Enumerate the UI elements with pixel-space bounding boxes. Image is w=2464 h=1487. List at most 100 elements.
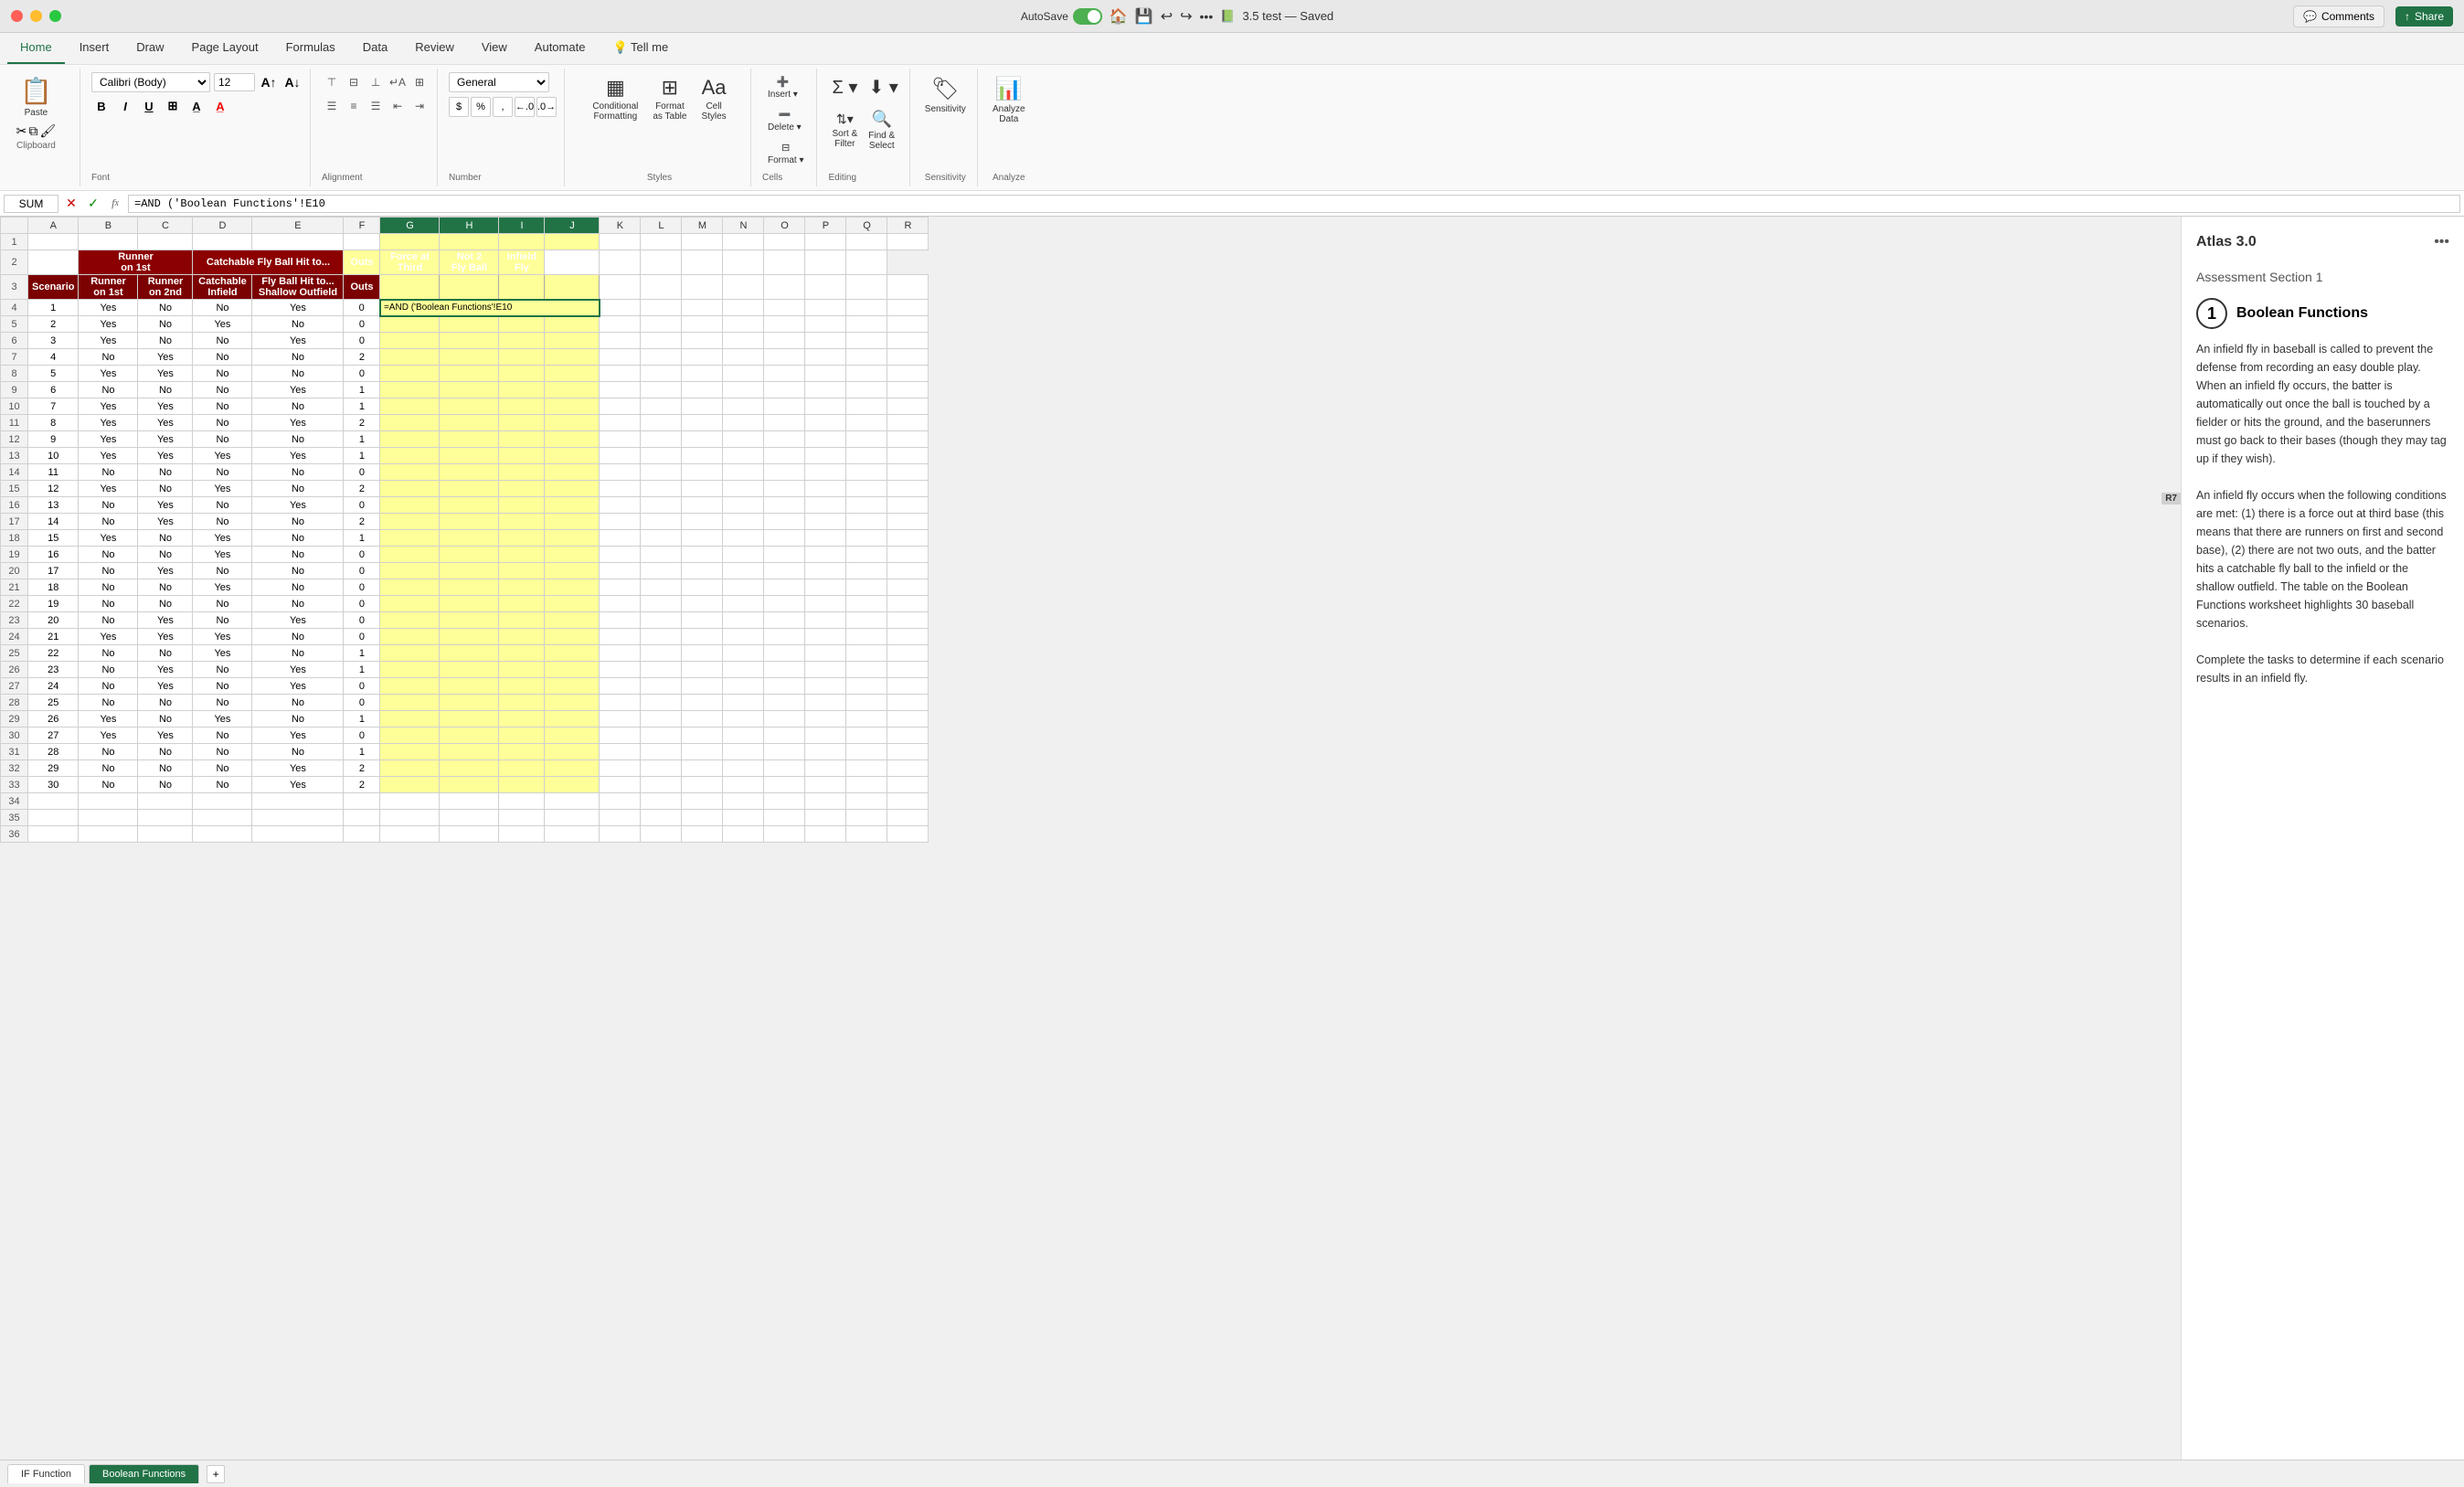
cell-a3[interactable]: Scenario [28, 275, 79, 300]
increase-decimal-button[interactable]: .0→ [536, 97, 557, 117]
autosave-toggle[interactable] [1073, 8, 1102, 25]
sort-filter-button[interactable]: ⇅▾ Sort &Filter [828, 106, 861, 154]
decrease-indent-button[interactable]: ⇤ [388, 96, 408, 116]
cell-e1[interactable] [252, 234, 344, 250]
format-painter-icon[interactable]: 🖌 [39, 123, 56, 139]
font-name-selector[interactable]: Calibri (Body) [91, 72, 210, 92]
cancel-formula-button[interactable]: ✕ [62, 195, 80, 213]
merge-button[interactable]: ⊞ [409, 72, 430, 92]
cell-b3[interactable]: Runneron 1st [79, 275, 138, 300]
add-sheet-button[interactable]: + [207, 1465, 225, 1483]
name-box[interactable] [4, 195, 58, 213]
find-select-button[interactable]: 🔍 Find &Select [865, 106, 898, 154]
insert-function-button[interactable]: fx [106, 195, 124, 213]
cell-k1[interactable] [600, 234, 641, 250]
comments-button[interactable]: 💬 Comments [2293, 5, 2384, 27]
col-header-p[interactable]: P [805, 218, 846, 234]
col-header-j[interactable]: J [545, 218, 600, 234]
minimize-button[interactable] [30, 10, 42, 22]
col-header-r[interactable]: R [887, 218, 929, 234]
cell-r1[interactable] [887, 234, 929, 250]
share-button[interactable]: ↑ Share [2395, 6, 2453, 27]
fill-button[interactable]: ⬇ ▾ [865, 72, 901, 102]
cell-h3[interactable] [440, 275, 499, 300]
cell-p3[interactable] [805, 275, 846, 300]
percent-button[interactable]: % [471, 97, 491, 117]
col-header-m[interactable]: M [682, 218, 723, 234]
cell-p1[interactable] [805, 234, 846, 250]
cell-m3[interactable] [682, 275, 723, 300]
align-bottom-button[interactable]: ⊥ [366, 72, 386, 92]
col-header-q[interactable]: Q [846, 218, 887, 234]
col-header-l[interactable]: L [641, 218, 682, 234]
cut-icon[interactable]: ✂ [16, 123, 27, 139]
align-right-button[interactable]: ☰ [366, 96, 386, 116]
undo-icon[interactable]: ↩ [1161, 7, 1173, 26]
sensitivity-button[interactable]: 🏷 Sensitivity [921, 72, 970, 118]
format-button[interactable]: ⊟ Format ▾ [762, 138, 809, 169]
cell-h1[interactable] [440, 234, 499, 250]
cell-b1[interactable] [79, 234, 138, 250]
tab-automate[interactable]: Automate [522, 33, 599, 64]
cell-o1[interactable] [764, 234, 805, 250]
tab-formulas[interactable]: Formulas [273, 33, 348, 64]
cell-r3[interactable] [887, 275, 929, 300]
cell-c1[interactable] [138, 234, 193, 250]
formula-input[interactable] [128, 195, 2460, 213]
tab-draw[interactable]: Draw [123, 33, 176, 64]
increase-indent-button[interactable]: ⇥ [409, 96, 430, 116]
font-color-button[interactable]: A̲ [210, 96, 230, 116]
paste-button[interactable]: 📋 Paste [15, 72, 58, 122]
cell-n2[interactable] [682, 250, 723, 275]
col-header-h[interactable]: H [440, 218, 499, 234]
cell-l2[interactable] [600, 250, 641, 275]
align-center-button[interactable]: ≡ [344, 96, 364, 116]
cell-n3[interactable] [723, 275, 764, 300]
font-shrink-button[interactable]: A↓ [282, 72, 303, 92]
col-header-o[interactable]: O [764, 218, 805, 234]
font-grow-button[interactable]: A↑ [259, 72, 279, 92]
cell-e2[interactable]: Catchable Fly Ball Hit to... [193, 250, 344, 275]
col-header-k[interactable]: K [600, 218, 641, 234]
cell-e3[interactable]: Fly Ball Hit to...Shallow Outfield [252, 275, 344, 300]
col-header-d[interactable]: D [193, 218, 252, 234]
col-header-b[interactable]: B [79, 218, 138, 234]
cell-j2[interactable]: InfieldFly [499, 250, 545, 275]
copy-icon[interactable]: ⧉ [28, 123, 37, 139]
font-size-input[interactable] [214, 73, 255, 91]
tab-page-layout[interactable]: Page Layout [179, 33, 271, 64]
cell-k2[interactable] [545, 250, 600, 275]
cell-o3[interactable] [764, 275, 805, 300]
cell-g2[interactable]: Outs [344, 250, 380, 275]
cell-f3[interactable]: Outs [344, 275, 380, 300]
cell-q1[interactable] [846, 234, 887, 250]
cell-p2[interactable] [764, 250, 805, 275]
cell-a1[interactable] [28, 234, 79, 250]
format-as-table-button[interactable]: ⊞ Formatas Table [649, 72, 690, 125]
tab-insert[interactable]: Insert [67, 33, 122, 64]
wrap-text-button[interactable]: ↵A [388, 72, 408, 92]
cell-styles-button[interactable]: Aa CellStyles [697, 72, 729, 125]
side-panel-more-icon[interactable]: ••• [2434, 231, 2449, 253]
cell-m2[interactable] [641, 250, 682, 275]
maximize-button[interactable] [49, 10, 61, 22]
cell-g3[interactable] [380, 275, 440, 300]
cell-l3[interactable] [641, 275, 682, 300]
tab-review[interactable]: Review [402, 33, 467, 64]
more-icon[interactable]: ••• [1200, 9, 1214, 24]
cell-k3[interactable] [600, 275, 641, 300]
align-top-button[interactable]: ⊤ [322, 72, 342, 92]
cell-d3[interactable]: CatchableInfield [193, 275, 252, 300]
number-format-selector[interactable]: General Number Currency Percentage [449, 72, 549, 92]
cell-c3[interactable]: Runneron 2nd [138, 275, 193, 300]
insert-button[interactable]: ➕ Insert ▾ [762, 72, 803, 103]
underline-button[interactable]: U [139, 96, 159, 116]
sum-button[interactable]: Σ ▾ [828, 72, 861, 102]
tab-data[interactable]: Data [350, 33, 400, 64]
sheet-tab-boolean-functions[interactable]: Boolean Functions [89, 1464, 199, 1483]
cell-f1[interactable] [344, 234, 380, 250]
cell-g1[interactable] [380, 234, 440, 250]
decrease-decimal-button[interactable]: ←.0 [515, 97, 535, 117]
cell-q3[interactable] [846, 275, 887, 300]
redo-icon[interactable]: ↪ [1180, 7, 1192, 26]
